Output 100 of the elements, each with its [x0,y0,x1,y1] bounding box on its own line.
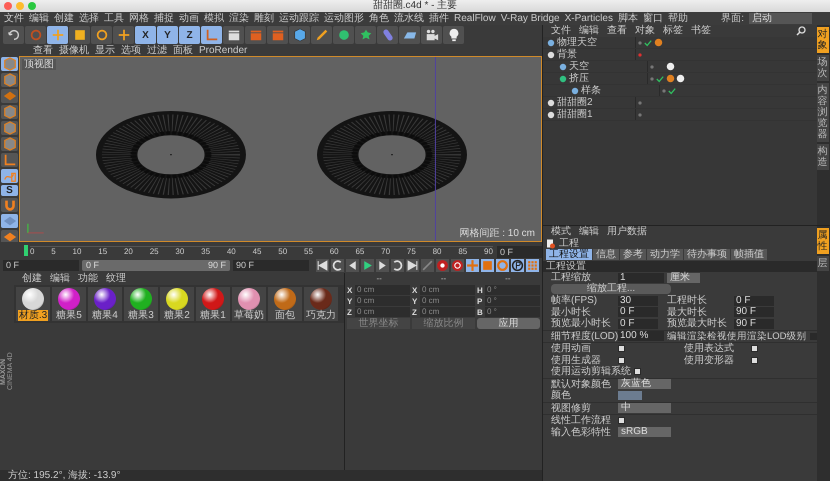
panel-tab[interactable]: 内容浏览器 [816,83,829,142]
attribute-tab[interactable]: 信息 [593,249,619,260]
position-field[interactable]: 0 cm [355,296,410,306]
frame-range-slider[interactable]: 0 F 90 F [82,260,230,271]
viewport-menu-item[interactable]: ProRender [199,45,248,56]
size-field[interactable]: 0 cm [420,285,475,295]
checkbox[interactable] [618,345,625,352]
color-profile-dropdown[interactable]: sRGB [618,427,671,438]
viewport-menu-item[interactable]: 摄像机 [59,45,89,56]
current-frame-field[interactable]: 0 F [497,246,542,258]
panel-tab[interactable]: 对象 [816,27,829,53]
attribute-tab[interactable]: 待办事项 [684,249,730,260]
material-swatch[interactable]: 草莓奶 [232,287,266,321]
object-row[interactable]: 甜甜圈2 [543,97,817,109]
parameter-icon[interactable] [511,259,524,272]
checkbox[interactable] [618,417,625,424]
toolbar-button[interactable] [421,26,442,44]
check-icon[interactable] [668,86,676,94]
skip-to-end-icon[interactable] [406,259,419,272]
menu-item[interactable]: 模拟 [204,12,224,24]
menu-item[interactable]: 角色 [369,12,389,24]
object-menu-item[interactable]: 查看 [607,25,627,37]
material-swatch[interactable]: 材质.3 [16,287,50,321]
previous-key-icon[interactable] [331,259,344,272]
menu-item[interactable]: 动画 [179,12,199,24]
number-field[interactable]: 100 % [618,331,664,342]
unit-dropdown[interactable]: 厘米 [667,272,700,283]
step-forward-icon[interactable] [376,259,389,272]
object-menu-item[interactable]: 编辑 [579,25,599,37]
material-swatch[interactable]: 糖果5 [52,287,86,321]
attribute-tab[interactable]: 参考 [620,249,646,260]
checkbox[interactable] [750,345,758,352]
viewport-menu-item[interactable]: 面板 [173,45,193,56]
object-row[interactable]: 样条 [543,85,817,97]
viewport-menu-item[interactable]: 查看 [33,45,53,56]
start-frame-field[interactable]: 0 F [3,260,79,271]
toolbar-button[interactable] [443,26,464,44]
toolbar-button[interactable] [91,26,112,44]
object-row[interactable]: 背景 [543,49,817,61]
tool-button[interactable] [1,105,18,119]
timeline-ruler[interactable]: 0 5 10 15 20 25 30 35 40 45 50 55 60 65 70 75 80 85 90 0 F [0,242,542,258]
play-icon[interactable] [361,259,374,272]
clipping-dropdown[interactable]: 中 [618,403,671,414]
panel-tab[interactable]: 场次 [816,55,829,81]
toolbar-button[interactable] [113,26,134,44]
toolbar-button[interactable]: Z [179,26,200,44]
material-swatch[interactable]: 糖果2 [160,287,194,321]
attribute-menu-item[interactable]: 编辑 [579,226,599,238]
tool-button[interactable] [1,89,18,103]
rotation-field[interactable]: 0 ° [485,285,540,295]
checkbox[interactable] [750,356,758,364]
skip-to-start-icon[interactable] [316,259,329,272]
menu-item[interactable]: 渲染 [229,12,249,24]
attribute-menu-item[interactable]: 模式 [551,226,571,238]
checkbox[interactable] [634,368,641,376]
visibility-dot-icon[interactable] [660,86,668,94]
material-menu-item[interactable]: 创建 [22,273,42,285]
toolbar-button[interactable] [69,26,90,44]
number-field[interactable]: 0 F [618,318,658,329]
number-field[interactable]: 0 F [734,296,774,306]
toolbar-button[interactable] [399,26,420,44]
visibility-dot-icon[interactable] [636,110,644,118]
visibility-dot-icon[interactable] [648,74,656,82]
tool-button[interactable] [1,121,18,135]
viewport-menu-item[interactable]: 过滤 [147,45,167,56]
menu-item[interactable]: 雕刻 [254,12,274,24]
number-field[interactable]: 90 F [734,318,774,329]
object-menu-item[interactable]: 标签 [663,25,683,37]
toolbar-button[interactable] [311,26,332,44]
menu-item[interactable]: 帮助 [668,12,688,24]
check-icon[interactable] [644,38,652,46]
viewport-menu-item[interactable]: 选项 [121,45,141,56]
visibility-dot-icon[interactable] [636,38,644,46]
toolbar-button[interactable] [355,26,376,44]
number-field[interactable]: 0 F [618,307,658,318]
object-menu-item[interactable]: 对象 [635,25,655,37]
dot-grid-icon[interactable] [526,259,539,272]
playhead-marker[interactable] [24,245,28,256]
autokey-icon[interactable] [451,259,464,272]
visibility-dot-icon[interactable] [648,62,656,70]
visibility-dot-icon[interactable] [636,50,644,58]
tag-icon[interactable] [666,62,675,71]
tool-button[interactable] [1,73,18,87]
position-field[interactable]: 0 cm [355,285,410,295]
color-mode-dropdown[interactable]: 灰蓝色 [618,379,671,390]
tool-button[interactable] [1,153,18,167]
toolbar-button[interactable] [333,26,354,44]
menu-item[interactable]: 窗口 [642,12,663,24]
panel-tab[interactable]: 属性 [816,228,829,254]
material-swatch[interactable]: 糖果4 [88,287,122,321]
menu-item[interactable]: 运动跟踪 [279,12,319,24]
material-menu-item[interactable]: 编辑 [50,273,70,285]
rotation-field[interactable]: 0 ° [485,296,540,306]
tag-icon[interactable] [676,74,685,83]
check-icon[interactable] [656,74,664,82]
viewport-menu-item[interactable]: 显示 [95,45,115,56]
menu-item[interactable]: 流水线 [394,12,424,24]
tool-button[interactable] [1,137,18,151]
viewport[interactable]: 顶视图 网格间距 : 10 cm [19,56,542,242]
menu-item[interactable]: 捕捉 [154,12,174,24]
